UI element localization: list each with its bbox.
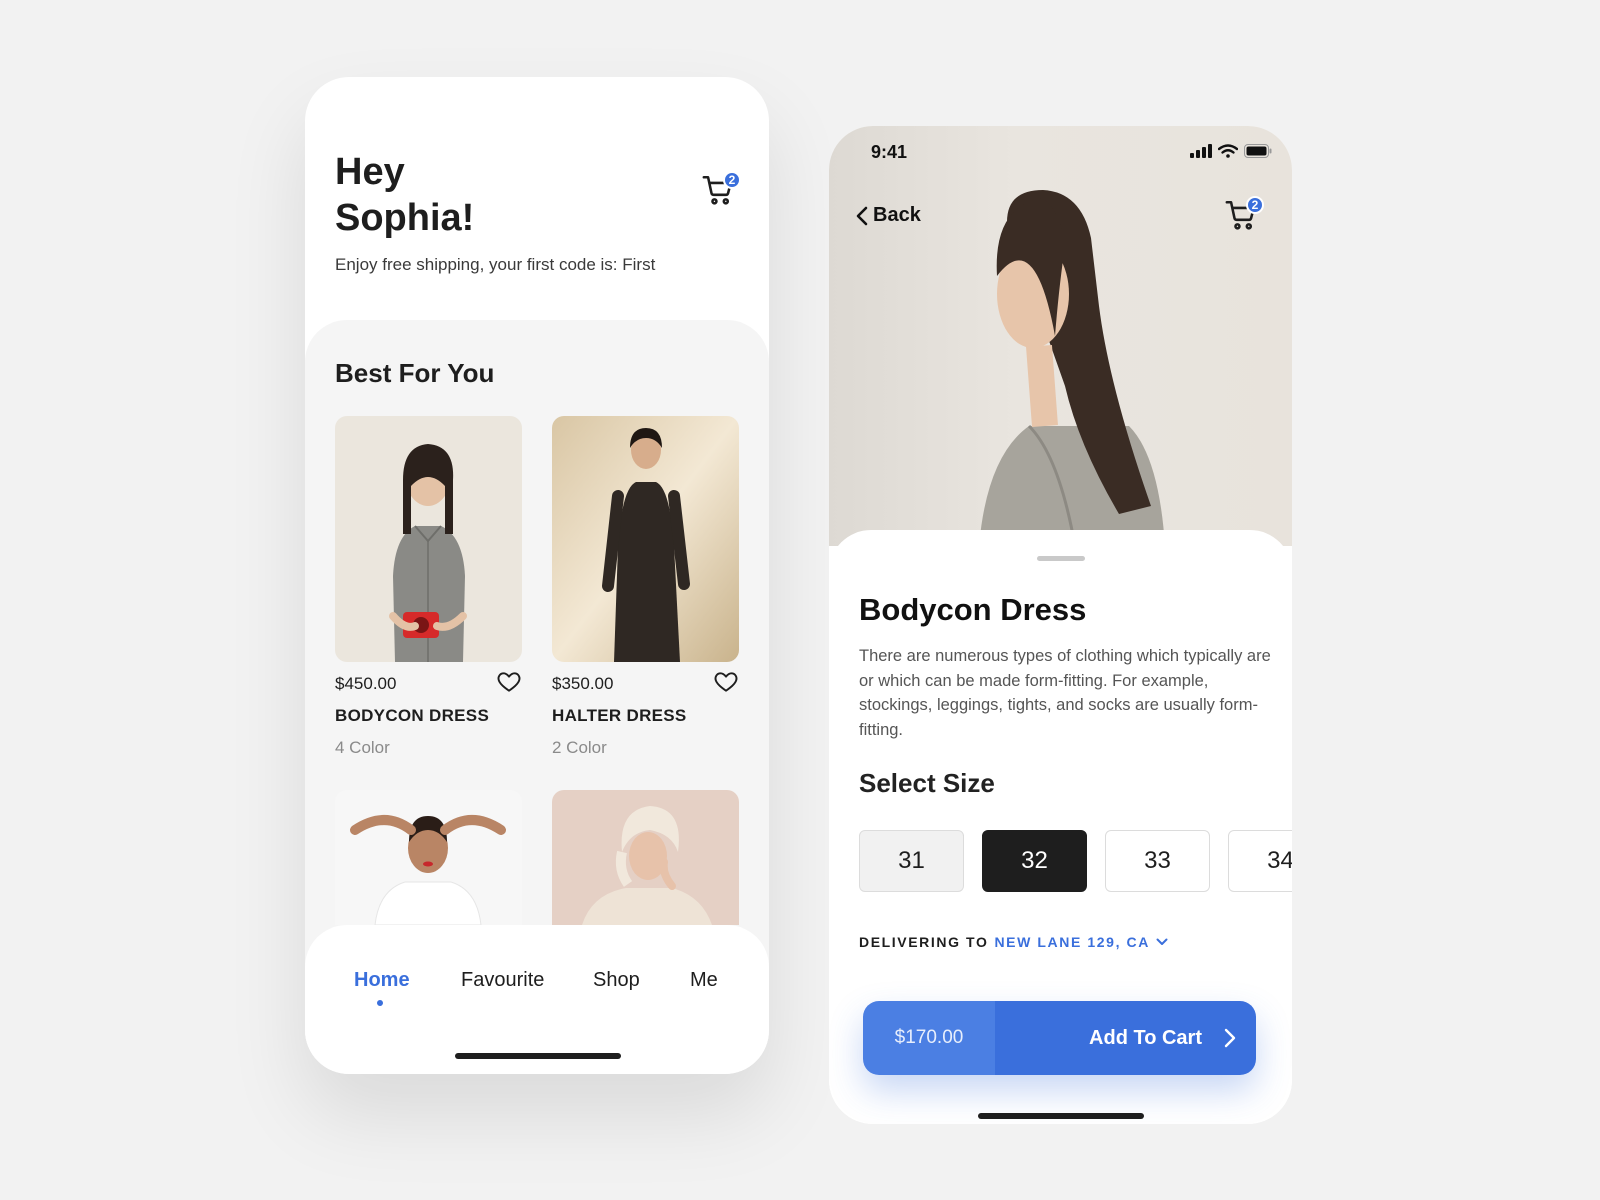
chevron-left-icon [856, 206, 868, 225]
size-option-34[interactable]: 34 [1228, 830, 1292, 892]
chevron-right-icon [1224, 1028, 1236, 1048]
bottom-nav: Home Favourite Shop Me [305, 925, 769, 1074]
delivery-location[interactable]: DELIVERING TO NEW LANE 129, CA [859, 934, 1168, 950]
product-image[interactable] [335, 416, 522, 662]
delivering-label: DELIVERING TO [859, 934, 989, 950]
size-option-32[interactable]: 32 [982, 830, 1087, 892]
nav-home[interactable]: Home [354, 969, 410, 992]
product-card[interactable]: $450.00 BODYCON DRESS 4 Color [335, 416, 522, 757]
signal-icon [1190, 144, 1212, 158]
add-to-cart-button[interactable]: $170.00 Add To Cart [863, 1001, 1256, 1075]
heart-icon[interactable] [713, 669, 739, 695]
nav-favourite[interactable]: Favourite [461, 969, 544, 992]
active-indicator [377, 1000, 383, 1006]
product-hero-image [829, 126, 1292, 546]
back-label: Back [873, 204, 921, 226]
sheet-handle[interactable] [1037, 556, 1085, 561]
status-icons [1190, 144, 1272, 158]
product-card[interactable] [552, 790, 739, 925]
heart-icon[interactable] [496, 669, 522, 695]
home-indicator [978, 1113, 1144, 1119]
cart-button[interactable]: 2 [1224, 196, 1264, 238]
product-price: $450.00 [335, 674, 397, 693]
product-detail-screen: 9:41 Back 2 Bodycon Dress There are nume… [829, 126, 1292, 1124]
product-card[interactable]: $350.00 HALTER DRESS 2 Color [552, 416, 739, 757]
nav-me[interactable]: Me [690, 969, 718, 992]
nav-shop[interactable]: Shop [593, 969, 640, 992]
product-image[interactable] [552, 416, 739, 662]
product-name[interactable]: HALTER DRESS [552, 706, 687, 726]
delivery-address[interactable]: NEW LANE 129, CA [994, 934, 1150, 950]
size-option-31[interactable]: 31 [859, 830, 964, 892]
product-title: Bodycon Dress [859, 592, 1087, 627]
battery-icon [1244, 144, 1272, 158]
product-image[interactable] [335, 790, 522, 925]
cart-count-badge: 2 [1246, 196, 1264, 214]
greeting-line-2: Sophia! [335, 197, 475, 239]
add-to-cart-label: Add To Cart [1089, 1026, 1202, 1049]
add-to-cart-main[interactable]: Add To Cart [995, 1001, 1256, 1075]
section-title: Best For You [335, 358, 495, 388]
promo-subtitle: Enjoy free shipping, your first code is:… [335, 255, 656, 274]
product-sheet: Bodycon Dress There are numerous types o… [829, 530, 1292, 1124]
product-name[interactable]: BODYCON DRESS [335, 706, 489, 726]
chevron-down-icon[interactable] [1156, 938, 1168, 946]
product-card[interactable] [335, 790, 522, 925]
greeting-line-1: Hey [335, 151, 405, 193]
greeting: Hey Sophia! [335, 149, 474, 241]
home-indicator [455, 1053, 621, 1059]
size-title: Select Size [859, 768, 995, 798]
product-color-count: 4 Color [335, 738, 390, 757]
product-price: $350.00 [552, 674, 614, 693]
home-screen: Hey Sophia! 2 Enjoy free shipping, your … [305, 77, 769, 1074]
cart-count-badge: 2 [723, 171, 741, 189]
back-button[interactable]: Back [855, 204, 921, 227]
size-option-33[interactable]: 33 [1105, 830, 1210, 892]
cart-button[interactable]: 2 [701, 171, 741, 213]
wifi-icon [1218, 144, 1238, 158]
product-color-count: 2 Color [552, 738, 607, 757]
product-description: There are numerous types of clothing whi… [859, 647, 1271, 739]
status-time: 9:41 [871, 142, 908, 162]
product-image[interactable] [552, 790, 739, 925]
cart-price: $170.00 [863, 1001, 995, 1075]
